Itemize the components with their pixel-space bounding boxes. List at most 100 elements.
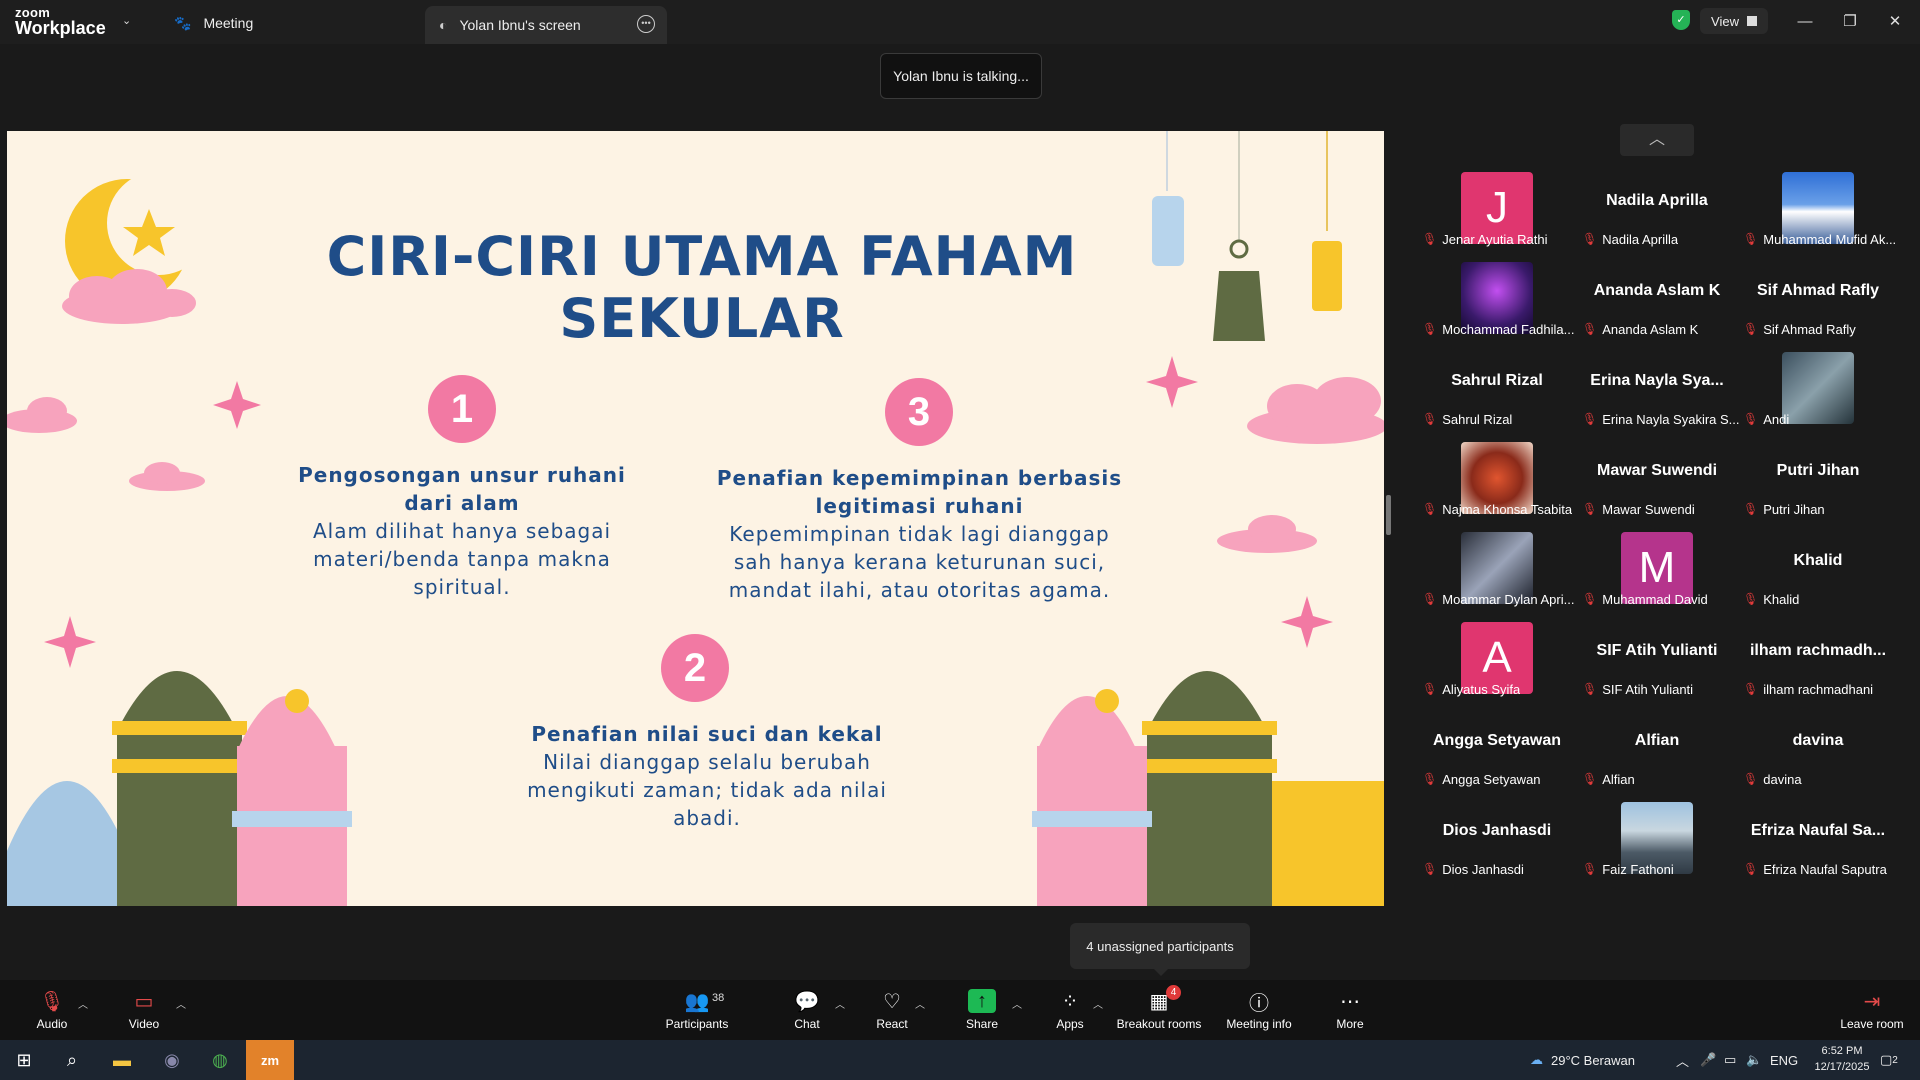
brand-bottom: Workplace (15, 18, 106, 38)
participant-tile[interactable]: 🎙 Faiz Fathoni (1578, 796, 1736, 884)
more-button[interactable]: ⋯ More (1328, 980, 1372, 1040)
video-options-chevron-icon[interactable]: ︿ (176, 996, 186, 1011)
participant-tile[interactable]: 🎙 Andi (1739, 346, 1897, 434)
participant-name: Muhammad Mufid Ak... (1763, 231, 1897, 247)
point-1-body-1: Alam dilihat hanya sebagai (312, 519, 612, 543)
file-explorer-icon[interactable]: ▬ (98, 1040, 146, 1080)
participants-label: Participants (665, 1017, 729, 1031)
audio-options-chevron-icon[interactable]: ︿ (78, 996, 88, 1011)
participant-tile[interactable]: Mawar Suwendi 🎙 Mawar Suwendi (1578, 436, 1736, 524)
participant-tile[interactable]: Ananda Aslam K 🎙 Ananda Aslam K (1578, 256, 1736, 344)
clock[interactable]: 6:52 PM 12/17/2025 (1812, 1043, 1872, 1075)
more-options-icon[interactable]: ••• (637, 15, 655, 33)
breakout-rooms-button[interactable]: ▦ 4 Breakout rooms (1115, 980, 1203, 1040)
mic-muted-icon: 🎙 (1743, 322, 1759, 336)
participant-name: Moammar Dylan Apri... (1442, 591, 1575, 607)
participant-tile[interactable]: 🎙 Muhammad Mufid Ak... (1739, 166, 1897, 254)
chrome-icon[interactable]: ◍ (196, 1040, 244, 1080)
participant-name-label: 🎙 Mawar Suwendi (1582, 498, 1695, 520)
zoom-logo[interactable]: zoom Workplace (15, 6, 106, 37)
audio-button[interactable]: 🎙 Audio (30, 980, 74, 1040)
participant-name: Sahrul Rizal (1442, 411, 1513, 427)
apps-options-chevron-icon[interactable]: ︿ (1093, 996, 1103, 1011)
screen-share-icon: ◐ (439, 17, 448, 33)
point-3-number: 3 (885, 378, 953, 446)
participant-tile[interactable]: davina 🎙 davina (1739, 706, 1897, 794)
chevron-down-icon[interactable]: ⌄ (122, 14, 131, 27)
participant-tile[interactable]: Efriza Naufal Sa... 🎙 Efriza Naufal Saputr… (1739, 796, 1897, 884)
participant-name-label: 🎙 Dios Janhasdi (1422, 858, 1524, 880)
participant-name-label: 🎙 Ananda Aslam K (1582, 318, 1698, 340)
search-icon[interactable]: ⌕ (48, 1040, 96, 1080)
react-icon: ♡ (883, 990, 901, 1013)
tab-screen-label: Yolan Ibnu's screen (459, 17, 581, 33)
network-icon[interactable]: ▭ (1724, 1040, 1736, 1080)
participant-tile[interactable]: 🎙 Mochammad Fadhila... (1418, 256, 1576, 344)
shield-icon[interactable]: ✓ (1672, 10, 1690, 30)
participant-tile[interactable]: ilham rachmadh... 🎙 ilham rachmadhani (1739, 616, 1897, 704)
apps-button[interactable]: ⁘ Apps (1048, 980, 1092, 1040)
mic-muted-icon: 🎙 (1582, 502, 1598, 516)
participant-tile[interactable]: Alfian 🎙 Alfian (1578, 706, 1736, 794)
tab-meeting[interactable]: 🐾 Meeting (160, 6, 420, 40)
view-button[interactable]: View (1700, 8, 1768, 34)
react-label: React (876, 1017, 908, 1031)
participant-tile[interactable]: Khalid 🎙 Khalid (1739, 526, 1897, 614)
share-options-chevron-icon[interactable]: ︿ (1012, 996, 1022, 1011)
share-button[interactable]: ↑ Share (960, 980, 1004, 1040)
participant-tile[interactable]: J 🎙 Jenar Ayutia Rathi (1418, 166, 1576, 254)
notification-icon[interactable]: ▢ 2 (1880, 1040, 1898, 1080)
participant-tile[interactable]: Sif Ahmad Rafly 🎙 Sif Ahmad Rafly (1739, 256, 1897, 344)
participant-tile[interactable]: Angga Setyawan 🎙 Angga Setyawan (1418, 706, 1576, 794)
gallery-resize-handle[interactable] (1386, 495, 1391, 535)
share-label: Share (965, 1017, 999, 1031)
participant-tile[interactable]: SIF Atih Yulianti 🎙 SIF Atih Yulianti (1578, 616, 1736, 704)
participant-name: Jenar Ayutia Rathi (1442, 231, 1548, 247)
participant-name-label: 🎙 Angga Setyawan (1422, 768, 1541, 790)
leave-room-button[interactable]: ⇥ Leave room (1838, 980, 1906, 1040)
point-3-heading-1: Penafian kepemimpinan berbasis (716, 466, 1123, 490)
react-options-chevron-icon[interactable]: ︿ (915, 996, 925, 1011)
participant-display-name: Sif Ahmad Rafly (1756, 282, 1880, 299)
maximize-icon[interactable]: ❐ (1828, 6, 1872, 36)
unassigned-participants-tooltip: 4 unassigned participants (1070, 923, 1250, 976)
participant-tile[interactable]: Dios Janhasdi 🎙 Dios Janhasdi (1418, 796, 1576, 884)
show-hidden-icons-chevron-icon[interactable]: ︿ (1676, 1040, 1689, 1080)
react-button[interactable]: ♡ React (870, 980, 914, 1040)
participant-display-name: Angga Setyawan (1432, 732, 1562, 749)
participants-button[interactable]: 👥 Participants (660, 980, 734, 1040)
participant-tile[interactable]: M 🎙 Muhammad David (1578, 526, 1736, 614)
participant-tile[interactable]: Nadila Aprilla 🎙 Nadila Aprilla (1578, 166, 1736, 254)
weather-widget[interactable]: ☁ 29°C Berawan (1530, 1040, 1635, 1080)
participant-tile[interactable]: Erina Nayla Sya... 🎙 Erina Nayla Syakira S… (1578, 346, 1740, 434)
microphone-tray-icon[interactable]: 🎤 (1700, 1040, 1716, 1080)
language-indicator[interactable]: ENG (1770, 1040, 1798, 1080)
point-2-body-2: mengikuti zaman; tidak ada nilai (527, 778, 887, 802)
chat-options-chevron-icon[interactable]: ︿ (835, 996, 845, 1011)
close-icon[interactable]: ✕ (1873, 6, 1917, 36)
participant-name: ilham rachmadhani (1763, 681, 1874, 697)
volume-icon[interactable]: 🔈 (1746, 1040, 1762, 1080)
mic-muted-icon: 🎙 (1743, 412, 1759, 426)
participant-tile[interactable]: A 🎙 Aliyatus Syifa (1418, 616, 1576, 704)
chat-button[interactable]: 💬 Chat (785, 980, 829, 1040)
meeting-info-button[interactable]: ⓘ Meeting info (1222, 980, 1296, 1040)
shared-screen-slide[interactable]: CIRI-CIRI UTAMA FAHAM SEKULAR 1 Pengoson… (7, 131, 1384, 906)
minimize-icon[interactable]: — (1783, 6, 1827, 36)
talking-text: Yolan Ibnu is talking... (893, 68, 1029, 84)
participant-tile[interactable]: Sahrul Rizal 🎙 Sahrul Rizal (1418, 346, 1576, 434)
participant-tile[interactable]: 🎙 Najma Khonsa Tsabita (1418, 436, 1576, 524)
gallery-scroll-up-button[interactable]: ︿ (1620, 124, 1694, 156)
tab-shared-screen[interactable]: ◐ Yolan Ibnu's screen ••• (425, 6, 667, 44)
video-button[interactable]: ▭ Video (122, 980, 166, 1040)
windows-start-icon[interactable]: ⊞ (0, 1040, 48, 1080)
participant-name-label: 🎙 davina (1743, 768, 1802, 790)
participant-name-label: 🎙 Andi (1743, 408, 1789, 430)
point-3-body-3: mandat ilahi, atau otoritas agama. (728, 578, 1111, 602)
participant-tile[interactable]: 🎙 Moammar Dylan Apri... (1418, 526, 1576, 614)
point-1-heading-1: Pengosongan unsur ruhani (298, 463, 626, 487)
point-1: Pengosongan unsur ruhani dari alam Alam … (277, 461, 647, 601)
camera-app-icon[interactable]: ◉ (148, 1040, 196, 1080)
zoom-taskbar-icon[interactable]: zm (246, 1040, 294, 1080)
participant-tile[interactable]: Putri Jihan 🎙 Putri Jihan (1739, 436, 1897, 524)
